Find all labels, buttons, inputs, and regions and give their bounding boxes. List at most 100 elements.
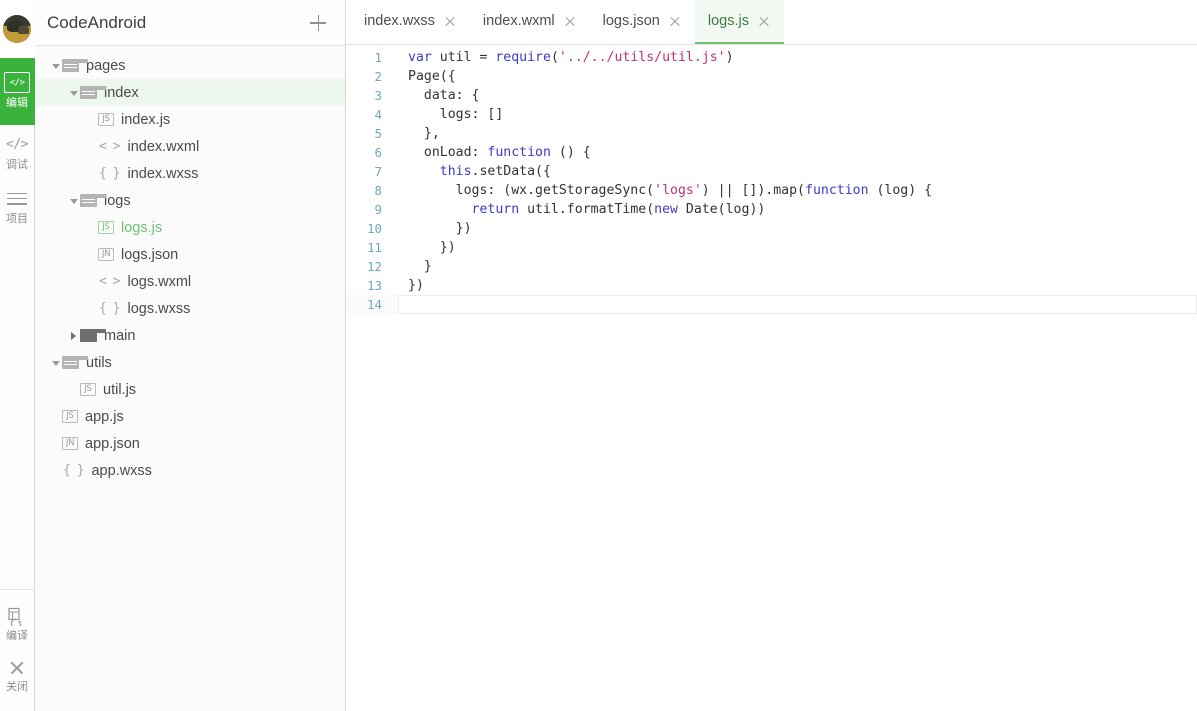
code-editor[interactable]: 1 var util = require('../../utils/util.js… bbox=[346, 45, 1197, 711]
rail-item-debug-label: 调试 bbox=[6, 158, 28, 171]
tab-label: logs.js bbox=[707, 13, 749, 29]
tab-index-wxml[interactable]: index.wxml bbox=[470, 0, 590, 44]
ide-window: </> 编辑 </> 调试 项目 编译 关闭 CodeAndroid pages… bbox=[0, 0, 1197, 711]
avatar-container[interactable] bbox=[0, 0, 35, 58]
code-line-text: var util = require('../../utils/util.js'… bbox=[398, 48, 1197, 67]
json-file-icon: JN bbox=[62, 437, 78, 450]
code-token: util.formatTime( bbox=[519, 202, 655, 217]
tab-index-wxss[interactable]: index.wxss bbox=[351, 0, 470, 44]
code-line-text: data: { bbox=[398, 86, 1197, 105]
js-file-icon: JS bbox=[98, 113, 114, 126]
code-line[interactable]: 8 logs: (wx.getStorageSync('logs') || []… bbox=[346, 181, 1197, 200]
rail-item-compile[interactable]: 编译 bbox=[0, 598, 35, 650]
avatar[interactable] bbox=[3, 15, 31, 43]
caret-spacer bbox=[85, 140, 98, 153]
code-line[interactable]: 7 this.setData({ bbox=[346, 162, 1197, 181]
tree-row-app-js[interactable]: JS app.js bbox=[35, 403, 345, 430]
caret-down-icon[interactable] bbox=[67, 194, 80, 207]
code-line[interactable]: 1 var util = require('../../utils/util.js… bbox=[346, 48, 1197, 67]
tab-label: logs.json bbox=[602, 13, 660, 29]
code-line-text: onLoad: function () { bbox=[398, 143, 1197, 162]
tree-row-utils[interactable]: utils bbox=[35, 349, 345, 376]
code-line[interactable]: 10 }) bbox=[346, 219, 1197, 238]
code-line[interactable]: 3 data: { bbox=[346, 86, 1197, 105]
rail-item-project[interactable]: 项目 bbox=[0, 179, 35, 233]
line-number: 3 bbox=[374, 88, 382, 103]
tab-close-icon[interactable] bbox=[564, 15, 577, 28]
tab-logs-json[interactable]: logs.json bbox=[590, 0, 695, 44]
tree-row-logs-js[interactable]: JS logs.js bbox=[35, 214, 345, 241]
js-file-icon: JS bbox=[80, 383, 96, 396]
code-line-text: logs: (wx.getStorageSync('logs') || []).… bbox=[398, 181, 1197, 200]
folder-open-icon bbox=[80, 194, 106, 207]
tree-item-label: index.js bbox=[121, 111, 171, 128]
code-line[interactable]: 9 return util.formatTime(new Date(log)) bbox=[346, 200, 1197, 219]
tree-row-index[interactable]: index bbox=[35, 79, 345, 106]
tree-item-label: logs.json bbox=[121, 246, 179, 263]
tree-row-app-wxss[interactable]: { } app.wxss bbox=[35, 457, 345, 484]
tree-row-main[interactable]: main bbox=[35, 322, 345, 349]
code-token: return bbox=[471, 202, 520, 217]
code-line[interactable]: 13}) bbox=[346, 276, 1197, 295]
tree-row-app-json[interactable]: JN app.json bbox=[35, 430, 345, 457]
tree-row-index-wxml[interactable]: < > index.wxml bbox=[35, 133, 345, 160]
code-line[interactable]: 2 Page({ bbox=[346, 67, 1197, 86]
tree-row-util-js[interactable]: JS util.js bbox=[35, 376, 345, 403]
code-line[interactable]: 12 } bbox=[346, 257, 1197, 276]
tree-row-logs-json[interactable]: JN logs.json bbox=[35, 241, 345, 268]
project-title: CodeAndroid bbox=[47, 12, 147, 32]
code-token: ) || []).map( bbox=[701, 183, 805, 198]
editor-panel: index.wxss index.wxml logs.json logs.js 1 va… bbox=[346, 0, 1197, 711]
tab-logs-js[interactable]: logs.js bbox=[694, 0, 784, 44]
code-token: }, bbox=[408, 126, 440, 141]
line-number: 2 bbox=[374, 69, 382, 84]
tree-row-logs-wxml[interactable]: < > logs.wxml bbox=[35, 268, 345, 295]
tree-row-logs[interactable]: logs bbox=[35, 187, 345, 214]
rail-item-close-label: 关闭 bbox=[6, 680, 28, 693]
tree-item-label: index.wxss bbox=[127, 165, 199, 182]
tree-row-index-wxss[interactable]: { } index.wxss bbox=[35, 160, 345, 187]
tree-item-label: main bbox=[104, 327, 136, 344]
plus-icon[interactable] bbox=[307, 12, 329, 34]
js-file-icon: JS bbox=[98, 221, 114, 234]
code-token: logs: [] bbox=[408, 107, 504, 122]
tree-row-logs-wxss[interactable]: { } logs.wxss bbox=[35, 295, 345, 322]
code-line[interactable]: 14 bbox=[346, 295, 1197, 314]
line-number: 14 bbox=[367, 297, 382, 312]
rail-item-edit[interactable]: </> 编辑 bbox=[0, 58, 35, 125]
code-line[interactable]: 6 onLoad: function () { bbox=[346, 143, 1197, 162]
code-line-text: }) bbox=[398, 276, 1197, 295]
code-line-text: Page({ bbox=[398, 67, 1197, 86]
code-line-text: this.setData({ bbox=[398, 162, 1197, 181]
code-token: }) bbox=[408, 278, 424, 293]
rail-item-close[interactable]: 关闭 bbox=[0, 650, 35, 701]
rail-item-project-label: 项目 bbox=[6, 212, 28, 225]
code-token: require bbox=[495, 50, 551, 65]
line-number: 8 bbox=[374, 183, 382, 198]
code-line-text: }) bbox=[398, 219, 1197, 238]
caret-down-icon[interactable] bbox=[67, 86, 80, 99]
tab-close-icon[interactable] bbox=[669, 15, 682, 28]
rail-item-debug[interactable]: </> 调试 bbox=[0, 125, 35, 179]
tab-close-icon[interactable] bbox=[444, 15, 457, 28]
line-number: 5 bbox=[374, 126, 382, 141]
code-brackets-icon: </> bbox=[6, 137, 28, 152]
json-file-icon: JN bbox=[98, 248, 114, 261]
caret-right-icon[interactable] bbox=[67, 329, 80, 342]
caret-down-icon[interactable] bbox=[49, 356, 62, 369]
tree-item-label: app.js bbox=[85, 408, 124, 425]
code-token: this bbox=[439, 164, 472, 179]
tree-row-index-js[interactable]: JS index.js bbox=[35, 106, 345, 133]
line-number: 7 bbox=[374, 164, 382, 179]
tree-item-label: logs.wxml bbox=[127, 273, 192, 290]
code-line[interactable]: 11 }) bbox=[346, 238, 1197, 257]
tree-row-pages[interactable]: pages bbox=[35, 52, 345, 79]
caret-down-icon[interactable] bbox=[49, 59, 62, 72]
tab-close-icon[interactable] bbox=[758, 15, 771, 28]
caret-spacer bbox=[85, 113, 98, 126]
code-line[interactable]: 5 }, bbox=[346, 124, 1197, 143]
code-line[interactable]: 4 logs: [] bbox=[346, 105, 1197, 124]
line-number: 1 bbox=[374, 50, 382, 65]
list-lines-icon-shape bbox=[7, 192, 27, 206]
